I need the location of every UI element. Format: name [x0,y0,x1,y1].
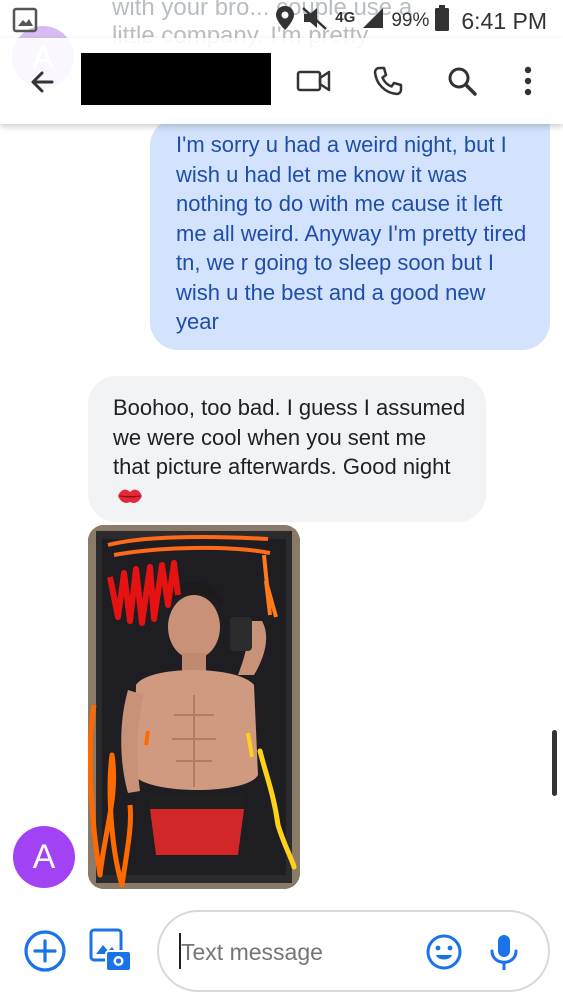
message-input[interactable] [181,932,421,972]
contact-name-redacted [81,53,271,105]
more-options-button[interactable] [508,61,548,101]
kiss-mark-icon [117,483,143,513]
selfie-photo [88,525,300,889]
mute-icon [301,5,329,37]
signal-icon [361,6,385,36]
mic-icon [490,935,518,970]
back-button[interactable] [22,62,62,102]
add-icon [24,930,66,972]
scrollbar-thumb[interactable] [552,730,557,796]
network-type-label: 4G [335,8,356,26]
video-call-button[interactable] [294,61,334,101]
search-button[interactable] [442,61,482,101]
search-icon [448,67,477,96]
message-text-field[interactable] [157,910,550,992]
battery-icon [435,5,450,37]
incoming-message-bubble[interactable]: Boohoo, too bad. I guess I assumed we we… [88,376,486,522]
status-bar: 4G 99% 6:41 PM [0,0,563,38]
status-indicators: 4G 99% 6:41 PM [275,5,547,37]
voice-input-button[interactable] [484,930,524,974]
phone-call-button[interactable] [368,61,408,101]
gallery-camera-button[interactable] [88,927,134,975]
add-attachment-button[interactable] [23,929,67,973]
clock: 6:41 PM [461,7,547,34]
incoming-message-text: Boohoo, too bad. I guess I assumed we we… [113,395,466,479]
outgoing-message-bubble[interactable]: I'm sorry u had a weird night, but I wis… [150,118,550,350]
gallery-camera-icon [89,928,132,972]
compose-bar [0,905,563,1000]
emoji-button[interactable] [422,930,466,974]
more-vert-icon [524,66,532,96]
gallery-notification-icon [12,7,38,38]
emoji-icon [426,934,462,970]
video-call-icon [296,70,331,92]
outgoing-message-text: I'm sorry u had a weird night, but I wis… [176,132,527,334]
incoming-image-message[interactable] [88,525,300,889]
conversation-app-bar [0,38,563,124]
phone-icon [373,66,403,96]
location-icon [275,5,295,37]
back-arrow-icon [31,71,54,93]
contact-avatar[interactable]: A [13,826,75,888]
battery-percent: 99% [391,10,430,31]
